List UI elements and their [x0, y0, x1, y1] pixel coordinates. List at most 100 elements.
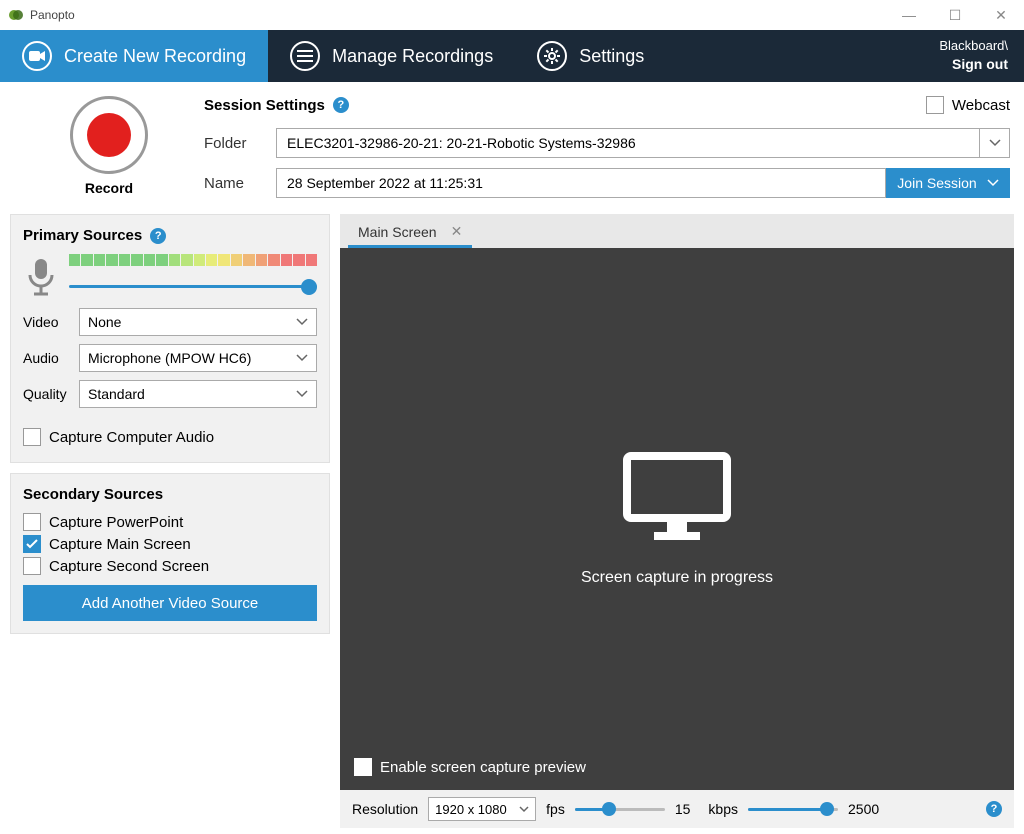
help-icon[interactable]: ?: [150, 228, 166, 244]
resolution-value: 1920 x 1080: [435, 802, 507, 817]
audio-source-row: Audio Microphone (MPOW HC6): [23, 344, 317, 372]
list-icon: [290, 41, 320, 71]
audio-level-meter: [69, 254, 317, 266]
capture-computer-audio-toggle[interactable]: Capture Computer Audio: [23, 428, 317, 446]
primary-sources-title: Primary Sources: [23, 227, 142, 244]
capture-main-screen-checkbox[interactable]: [23, 535, 41, 553]
gear-icon: [537, 41, 567, 71]
audio-source-select[interactable]: Microphone (MPOW HC6): [79, 344, 317, 372]
chevron-down-icon: [519, 806, 529, 813]
capture-main-screen-label: Capture Main Screen: [49, 536, 191, 553]
record-button[interactable]: [70, 96, 148, 174]
name-label: Name: [204, 175, 276, 192]
camera-icon: [22, 41, 52, 71]
nav-manage-recordings[interactable]: Manage Recordings: [268, 30, 515, 82]
panopto-logo-icon: [8, 7, 24, 23]
join-session-button[interactable]: Join Session: [886, 168, 1010, 198]
fps-slider[interactable]: [575, 799, 665, 819]
tab-close-icon[interactable]: ✕: [451, 223, 463, 240]
secondary-sources-panel: Secondary Sources Capture PowerPoint Cap…: [10, 473, 330, 634]
add-video-source-button[interactable]: Add Another Video Source: [23, 585, 317, 621]
nav-settings[interactable]: Settings: [515, 30, 666, 82]
quality-value: Standard: [88, 386, 145, 402]
main-content: Primary Sources ? Video: [0, 214, 1024, 828]
fps-label: fps: [546, 801, 565, 817]
window-title: Panopto: [30, 8, 75, 22]
capture-computer-audio-label: Capture Computer Audio: [49, 429, 214, 446]
mic-volume-slider[interactable]: [69, 276, 317, 296]
chevron-down-icon: [296, 318, 308, 326]
account-block: Blackboard\ Sign out: [939, 37, 1024, 75]
chevron-down-icon: [987, 179, 999, 187]
capture-settings-bar: Resolution 1920 x 1080 fps 15 kbps 2500 …: [340, 790, 1014, 828]
capture-main-screen-toggle[interactable]: Capture Main Screen: [23, 535, 317, 553]
help-icon[interactable]: ?: [333, 97, 349, 113]
name-row: Name Join Session: [204, 168, 1010, 198]
capture-powerpoint-checkbox[interactable]: [23, 513, 41, 531]
video-label: Video: [23, 314, 79, 330]
capture-powerpoint-toggle[interactable]: Capture PowerPoint: [23, 513, 317, 531]
nav-settings-label: Settings: [579, 46, 644, 67]
maximize-button[interactable]: ☐: [932, 0, 978, 30]
record-column: Record: [14, 96, 204, 208]
window-titlebar: Panopto — ☐ ✕: [0, 0, 1024, 30]
folder-value: ELEC3201-32986-20-21: 20-21-Robotic Syst…: [287, 135, 636, 151]
folder-label: Folder: [204, 135, 276, 152]
tab-main-screen[interactable]: Main Screen ✕: [348, 218, 472, 248]
capture-second-screen-checkbox[interactable]: [23, 557, 41, 575]
audio-label: Audio: [23, 350, 79, 366]
quality-label: Quality: [23, 386, 79, 402]
microphone-icon: [23, 257, 59, 293]
resolution-select[interactable]: 1920 x 1080: [428, 797, 536, 821]
left-panel: Primary Sources ? Video: [10, 214, 330, 828]
kbps-value: 2500: [848, 801, 879, 817]
session-settings-title: Session Settings: [204, 97, 325, 114]
webcast-toggle[interactable]: Webcast: [926, 96, 1010, 114]
folder-select[interactable]: ELEC3201-32986-20-21: 20-21-Robotic Syst…: [276, 128, 1010, 158]
quality-row: Quality Standard: [23, 380, 317, 408]
preview-area: Screen capture in progress Enable screen…: [340, 248, 1014, 790]
chevron-down-icon: [296, 390, 308, 398]
close-button[interactable]: ✕: [978, 0, 1024, 30]
video-source-select[interactable]: None: [79, 308, 317, 336]
webcast-checkbox[interactable]: [926, 96, 944, 114]
quality-select[interactable]: Standard: [79, 380, 317, 408]
audio-meter-wrap: [69, 254, 317, 296]
webcast-label: Webcast: [952, 97, 1010, 114]
help-icon[interactable]: ?: [986, 801, 1002, 817]
resolution-label: Resolution: [352, 801, 418, 817]
enable-preview-checkbox[interactable]: [354, 758, 372, 776]
video-source-row: Video None: [23, 308, 317, 336]
capture-second-screen-toggle[interactable]: Capture Second Screen: [23, 557, 317, 575]
preview-status-text: Screen capture in progress: [581, 569, 773, 587]
secondary-sources-header: Secondary Sources: [23, 486, 317, 503]
kbps-slider[interactable]: [748, 799, 838, 819]
account-name: Blackboard\: [939, 37, 1008, 55]
session-name-input[interactable]: [276, 168, 886, 198]
add-video-source-label: Add Another Video Source: [82, 595, 259, 612]
nav-create-recording[interactable]: Create New Recording: [0, 30, 268, 82]
secondary-sources-title: Secondary Sources: [23, 486, 163, 503]
primary-sources-panel: Primary Sources ? Video: [10, 214, 330, 463]
session-settings-header: Session Settings ? Webcast: [204, 96, 1010, 114]
preview-tabbar: Main Screen ✕: [340, 214, 1014, 248]
mic-row: [23, 254, 317, 296]
monitor-icon: [622, 451, 732, 541]
primary-sources-header: Primary Sources ?: [23, 227, 317, 244]
kbps-label: kbps: [708, 801, 738, 817]
record-icon: [87, 113, 131, 157]
capture-computer-audio-checkbox[interactable]: [23, 428, 41, 446]
session-settings-bar: Record Session Settings ? Webcast Folder…: [0, 82, 1024, 214]
chevron-down-icon: [979, 129, 1009, 157]
minimize-button[interactable]: —: [886, 0, 932, 30]
sign-out-link[interactable]: Sign out: [939, 55, 1008, 75]
enable-preview-toggle[interactable]: Enable screen capture preview: [354, 758, 586, 776]
nav-manage-label: Manage Recordings: [332, 46, 493, 67]
chevron-down-icon: [296, 354, 308, 362]
capture-second-screen-label: Capture Second Screen: [49, 558, 209, 575]
tab-label: Main Screen: [358, 224, 437, 240]
enable-preview-label: Enable screen capture preview: [380, 759, 586, 776]
video-value: None: [88, 314, 121, 330]
session-settings-column: Session Settings ? Webcast Folder ELEC32…: [204, 96, 1010, 208]
join-label: Join Session: [897, 175, 976, 191]
